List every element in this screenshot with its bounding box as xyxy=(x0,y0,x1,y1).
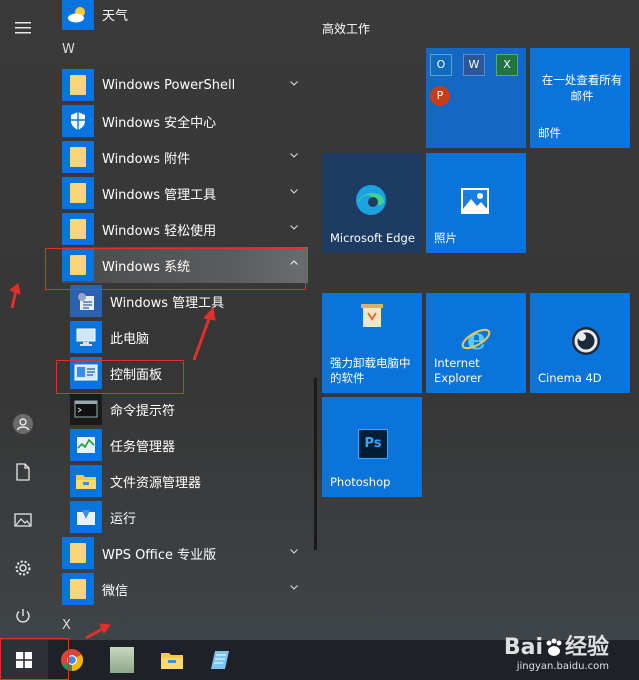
highlight-box-start-button xyxy=(0,638,69,680)
arrow-icon xyxy=(99,623,111,634)
taskbar: Bai 经验 jingyan.baidu.com xyxy=(0,635,639,680)
arrow-icon xyxy=(203,306,216,321)
watermark-url: jingyan.baidu.com xyxy=(516,661,609,672)
taskbar-notepad[interactable] xyxy=(196,640,244,680)
watermark-brand-cn: 经验 xyxy=(564,635,609,660)
taskbar-file-explorer[interactable] xyxy=(148,640,196,680)
paw-icon xyxy=(546,638,562,656)
baidu-watermark: Bai 经验 jingyan.baidu.com xyxy=(503,635,609,673)
file-explorer-icon xyxy=(161,653,183,669)
annotation-arrows xyxy=(8,283,216,640)
notepad-icon xyxy=(211,651,229,669)
start-menu: 天气 W Windows PowerShell Windows 安全中心 Win… xyxy=(0,0,639,680)
app-thumbnail-icon xyxy=(110,647,134,673)
watermark-brand: Bai xyxy=(503,635,543,660)
taskbar-app-thumbnail[interactable] xyxy=(98,640,146,680)
arrow-icon xyxy=(8,283,21,295)
